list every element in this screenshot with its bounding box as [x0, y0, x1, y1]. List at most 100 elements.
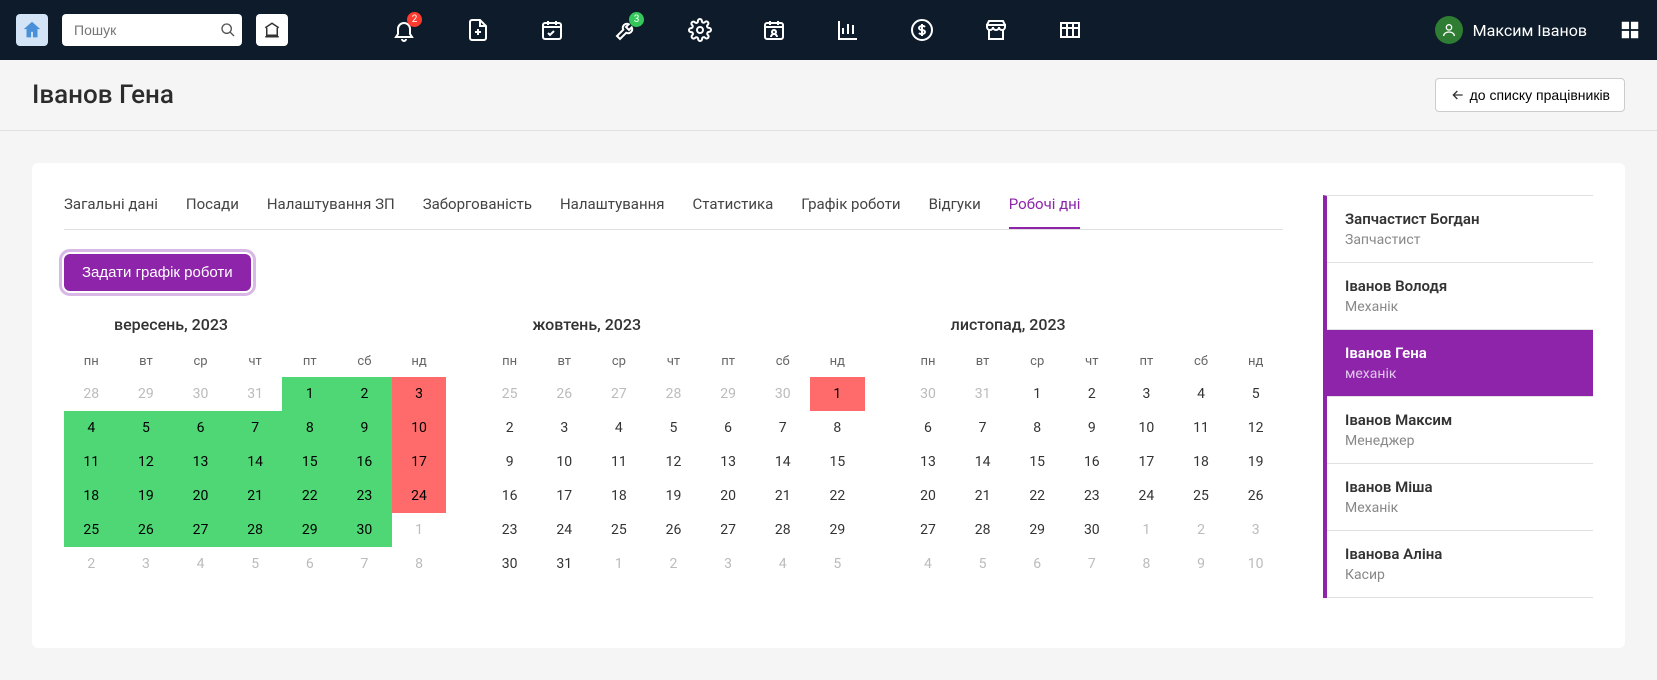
calendar-day[interactable]: 9	[1174, 547, 1229, 581]
tab-0[interactable]: Загальні дані	[64, 195, 158, 229]
tab-5[interactable]: Статистика	[692, 195, 773, 229]
calendar-day[interactable]: 19	[119, 479, 174, 513]
calendar-day[interactable]: 25	[1174, 479, 1229, 513]
calendar-day[interactable]: 2	[646, 547, 701, 581]
calendar-day[interactable]: 20	[173, 479, 228, 513]
calendar-day[interactable]: 2	[1065, 377, 1120, 411]
employee-item[interactable]: Іванов МаксимМенеджер	[1327, 397, 1593, 464]
calendar-day[interactable]: 19	[646, 479, 701, 513]
calendar-day[interactable]: 27	[901, 513, 956, 547]
calendar-day[interactable]: 19	[1228, 445, 1283, 479]
tab-4[interactable]: Налаштування	[560, 195, 665, 229]
calendar-day[interactable]: 6	[901, 411, 956, 445]
search-input[interactable]	[62, 14, 242, 46]
back-to-list-button[interactable]: до списку працівників	[1435, 78, 1625, 112]
calendar-day[interactable]: 6	[173, 411, 228, 445]
finance-button[interactable]	[910, 18, 934, 42]
calendar-day[interactable]: 18	[64, 479, 119, 513]
calendar-day[interactable]: 13	[901, 445, 956, 479]
tab-3[interactable]: Заборгованість	[423, 195, 532, 229]
calendar-day[interactable]: 8	[1010, 411, 1065, 445]
calendar-day[interactable]: 29	[1010, 513, 1065, 547]
shop-button[interactable]	[984, 18, 1008, 42]
analytics-button[interactable]	[836, 18, 860, 42]
calendar-day[interactable]: 1	[392, 513, 447, 547]
calendar-day[interactable]: 30	[337, 513, 392, 547]
calendar-day[interactable]: 22	[282, 479, 337, 513]
calendar-day[interactable]: 25	[64, 513, 119, 547]
home-button[interactable]	[16, 14, 48, 46]
calendar-day[interactable]: 5	[646, 411, 701, 445]
calendar-day[interactable]: 1	[282, 377, 337, 411]
calendar-day[interactable]: 4	[64, 411, 119, 445]
calendar-day[interactable]: 8	[282, 411, 337, 445]
calendar-day[interactable]: 1	[1119, 513, 1174, 547]
tools-button[interactable]: 3	[614, 18, 638, 42]
calendar-day[interactable]: 6	[282, 547, 337, 581]
employee-item[interactable]: Запчастист БогданЗапчастист	[1327, 196, 1593, 263]
calendar-day[interactable]: 3	[701, 547, 756, 581]
table-button[interactable]	[1058, 18, 1082, 42]
calendar-day[interactable]: 30	[173, 377, 228, 411]
calendar-day[interactable]: 23	[337, 479, 392, 513]
calendar-day[interactable]: 17	[392, 445, 447, 479]
calendar-day[interactable]: 1	[1010, 377, 1065, 411]
calendar-day[interactable]: 9	[1065, 411, 1120, 445]
calendar-day[interactable]: 27	[701, 513, 756, 547]
calendar-day[interactable]: 16	[482, 479, 537, 513]
calendar-user-button[interactable]	[762, 18, 786, 42]
calendar-day[interactable]: 14	[228, 445, 283, 479]
calendar-day[interactable]: 3	[119, 547, 174, 581]
calendar-day[interactable]: 2	[337, 377, 392, 411]
calendar-day[interactable]: 8	[392, 547, 447, 581]
calendar-day[interactable]: 10	[1228, 547, 1283, 581]
calendar-day[interactable]: 28	[646, 377, 701, 411]
calendar-day[interactable]: 4	[901, 547, 956, 581]
calendar-day[interactable]: 15	[282, 445, 337, 479]
calendar-day[interactable]: 30	[1065, 513, 1120, 547]
calendar-day[interactable]: 2	[64, 547, 119, 581]
calendar-day[interactable]: 2	[1174, 513, 1229, 547]
calendar-day[interactable]: 25	[482, 377, 537, 411]
tab-2[interactable]: Налаштування ЗП	[267, 195, 395, 229]
calendar-day[interactable]: 30	[755, 377, 810, 411]
bank-button[interactable]	[256, 14, 288, 46]
calendar-day[interactable]: 31	[955, 377, 1010, 411]
calendar-day[interactable]: 21	[955, 479, 1010, 513]
calendar-day[interactable]: 14	[955, 445, 1010, 479]
calendar-day[interactable]: 5	[955, 547, 1010, 581]
calendar-day[interactable]: 21	[755, 479, 810, 513]
calendar-day[interactable]: 4	[173, 547, 228, 581]
calendar-day[interactable]: 12	[1228, 411, 1283, 445]
calendar-day[interactable]: 25	[592, 513, 647, 547]
calendar-day[interactable]: 3	[392, 377, 447, 411]
calendar-day[interactable]: 9	[482, 445, 537, 479]
notifications-button[interactable]: 2	[392, 18, 416, 42]
calendar-day[interactable]: 26	[537, 377, 592, 411]
calendar-day[interactable]: 17	[537, 479, 592, 513]
calendar-day[interactable]: 7	[755, 411, 810, 445]
apps-button[interactable]	[1619, 19, 1641, 41]
calendar-day[interactable]: 4	[592, 411, 647, 445]
calendar-day[interactable]: 29	[119, 377, 174, 411]
calendar-day[interactable]: 10	[392, 411, 447, 445]
tab-1[interactable]: Посади	[186, 195, 239, 229]
calendar-check-button[interactable]	[540, 18, 564, 42]
calendar-day[interactable]: 29	[810, 513, 865, 547]
calendar-day[interactable]: 8	[810, 411, 865, 445]
tab-6[interactable]: Графік роботи	[801, 195, 900, 229]
calendar-day[interactable]: 24	[1119, 479, 1174, 513]
calendar-day[interactable]: 26	[646, 513, 701, 547]
calendar-day[interactable]: 5	[119, 411, 174, 445]
calendar-day[interactable]: 26	[119, 513, 174, 547]
calendar-day[interactable]: 30	[482, 547, 537, 581]
calendar-day[interactable]: 14	[755, 445, 810, 479]
calendar-day[interactable]: 8	[1119, 547, 1174, 581]
calendar-day[interactable]: 7	[337, 547, 392, 581]
search-icon[interactable]	[220, 22, 236, 38]
calendar-day[interactable]: 21	[228, 479, 283, 513]
calendar-day[interactable]: 7	[955, 411, 1010, 445]
calendar-day[interactable]: 3	[1228, 513, 1283, 547]
employee-item[interactable]: Іванов ВолодяМеханік	[1327, 263, 1593, 330]
calendar-day[interactable]: 4	[755, 547, 810, 581]
